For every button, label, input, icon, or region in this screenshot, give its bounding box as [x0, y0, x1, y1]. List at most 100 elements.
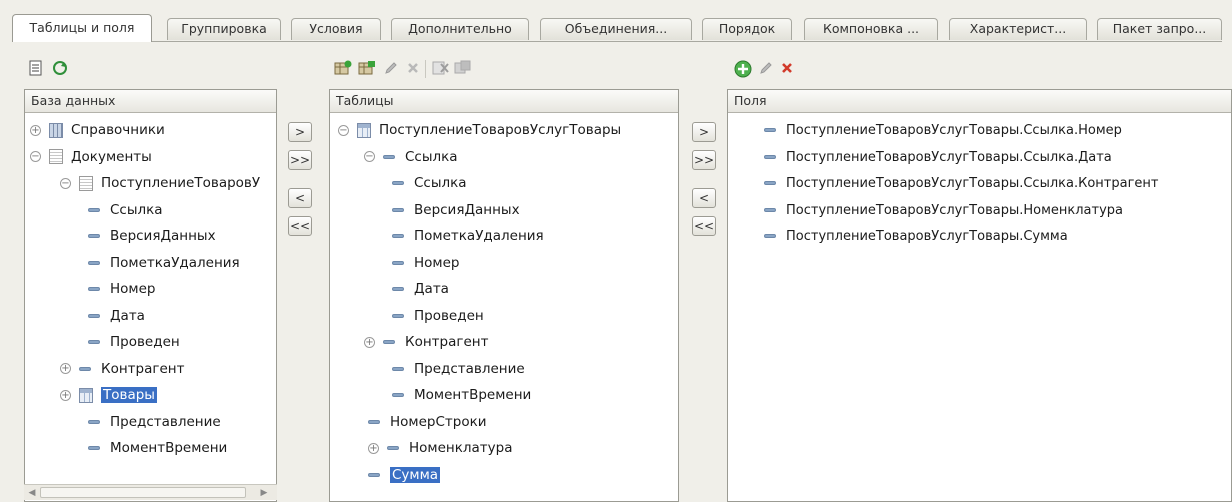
remove-all-button[interactable]: <<	[288, 216, 312, 236]
db-tree-row[interactable]: Дата	[88, 306, 277, 326]
database-panel-header: База данных	[25, 90, 276, 113]
expand-icon[interactable]: +	[60, 389, 71, 401]
db-tree-label: Дата	[110, 307, 145, 324]
tab-layout[interactable]: Компоновка ...	[804, 18, 938, 40]
expand-icon[interactable]: +	[364, 336, 375, 348]
scroll-thumb[interactable]	[40, 487, 246, 498]
refresh-icon[interactable]	[51, 60, 69, 78]
toolbar-separator	[425, 60, 426, 78]
remove-field-button[interactable]: <	[692, 188, 716, 208]
collapse-icon[interactable]: −	[364, 151, 375, 162]
delete-icon[interactable]	[404, 60, 422, 78]
add-all-button[interactable]: >>	[288, 150, 312, 170]
field-icon	[368, 419, 380, 424]
tab-advanced[interactable]: Дополнительно	[391, 18, 529, 40]
field-row[interactable]: ПоступлениеТоваровУслугТовары.Ссылка.Кон…	[764, 173, 1158, 193]
edit-icon[interactable]	[382, 60, 400, 78]
db-tree-row[interactable]: Номер	[88, 279, 277, 299]
db-tree-label: МоментВремени	[110, 440, 228, 456]
collapse-icon[interactable]: −	[338, 124, 349, 136]
db-tree-row[interactable]: + Товары	[60, 385, 277, 405]
db-tree-row[interactable]: Проведен	[88, 332, 277, 352]
tables-tree-label: Номер	[414, 254, 460, 271]
tables-tree-label: Ссылка	[414, 175, 467, 191]
db-tree-row[interactable]: МоментВремени	[88, 438, 277, 458]
field-icon	[392, 181, 404, 185]
tables-tree-row[interactable]: − ПоступлениеТоваровУслугТовары	[338, 120, 678, 140]
field-icon	[764, 234, 776, 238]
tab-conditions[interactable]: Условия	[291, 18, 381, 40]
expand-icon[interactable]: +	[368, 442, 379, 454]
edit-icon[interactable]	[757, 60, 775, 78]
add-all-fields-button[interactable]: >>	[692, 150, 716, 170]
tab-order[interactable]: Порядок	[702, 18, 792, 40]
db-tree-row[interactable]: + Справочники	[30, 120, 277, 140]
tables-tree-label: Проведен	[414, 307, 484, 324]
tables-tree-row[interactable]: + Контрагент	[364, 332, 678, 352]
tab-grouping[interactable]: Группировка	[167, 18, 281, 40]
doc-icon	[79, 175, 93, 191]
expand-icon[interactable]: +	[30, 124, 41, 136]
add-selected-button[interactable]: >	[288, 122, 312, 142]
expand-icon[interactable]: +	[60, 363, 71, 374]
db-tree-row[interactable]: − Документы	[30, 147, 277, 167]
list-icon[interactable]	[27, 60, 45, 78]
field-icon	[392, 366, 404, 371]
field-row[interactable]: ПоступлениеТоваровУслугТовары.Сумма	[764, 226, 1068, 246]
field-row[interactable]: ПоступлениеТоваровУслугТовары.Номенклату…	[764, 200, 1123, 220]
field-icon	[764, 128, 776, 132]
field-label: ПоступлениеТоваровУслугТовары.Ссылка.Дат…	[786, 149, 1112, 165]
db-tree-label: ПометкаУдаления	[110, 254, 240, 271]
database-horizontal-scrollbar[interactable]: ◀ ▶	[24, 484, 277, 500]
tables-tree-row[interactable]: Номер	[392, 253, 678, 273]
tables-tree-label: Дата	[414, 281, 449, 297]
db-tree-row[interactable]: + Контрагент	[60, 359, 277, 379]
field-row[interactable]: ПоступлениеТоваровУслугТовары.Ссылка.Дат…	[764, 147, 1112, 167]
field-label: ПоступлениеТоваровУслугТовары.Ссылка.Ном…	[786, 123, 1122, 138]
field-row[interactable]: ПоступлениеТоваровУслугТовары.Ссылка.Ном…	[764, 120, 1122, 140]
tables-tree-label: Номенклатура	[409, 440, 513, 456]
db-tree-row[interactable]: − ПоступлениеТоваровУ	[60, 173, 277, 193]
db-tree-row[interactable]: ВерсияДанных	[88, 226, 277, 246]
db-tree-row[interactable]: ПометкаУдаления	[88, 253, 277, 273]
tab-unions[interactable]: Объединения...	[540, 18, 692, 40]
add-field-button[interactable]: >	[692, 122, 716, 142]
tables-tree-row[interactable]: МоментВремени	[392, 385, 678, 405]
tab-query-batch[interactable]: Пакет запро...	[1097, 18, 1222, 40]
fields-panel-header: Поля	[728, 90, 1231, 113]
field-icon	[764, 181, 776, 185]
collapse-icon[interactable]: −	[60, 177, 71, 189]
db-tree-row[interactable]: Представление	[88, 412, 277, 432]
db-tree-row[interactable]: Ссылка	[88, 200, 277, 220]
add-table-icon[interactable]	[334, 60, 352, 78]
tables-tree-row[interactable]: Сумма	[368, 465, 678, 485]
tab-characteristics[interactable]: Характерист...	[949, 18, 1087, 40]
field-icon	[88, 340, 100, 344]
tables-tree-row[interactable]: Представление	[392, 359, 678, 379]
tables-tree-row[interactable]: ПометкаУдаления	[392, 226, 678, 246]
field-icon	[88, 207, 100, 212]
add-nested-icon[interactable]	[358, 60, 376, 78]
tables-tree-row[interactable]: Проведен	[392, 306, 678, 326]
add-icon[interactable]	[734, 60, 752, 78]
collapse-icon[interactable]: −	[30, 151, 41, 162]
remove-selected-button[interactable]: <	[288, 188, 312, 208]
tables-tree-row[interactable]: НомерСтроки	[368, 412, 678, 432]
tables-tree-row[interactable]: ВерсияДанных	[392, 200, 678, 220]
scroll-left-icon[interactable]: ◀	[26, 487, 38, 499]
tables-tree-row[interactable]: − Ссылка	[364, 147, 678, 167]
cut-icon[interactable]	[432, 60, 450, 78]
replace-icon[interactable]	[454, 60, 472, 78]
db-tree-label: ВерсияДанных	[110, 228, 216, 244]
field-icon	[88, 260, 100, 265]
tables-tree-label: Представление	[414, 360, 525, 377]
tables-tree-row[interactable]: Дата	[392, 279, 678, 299]
db-tree-label: Контрагент	[101, 360, 185, 377]
remove-all-fields-button[interactable]: <<	[692, 216, 716, 236]
tables-tree-row[interactable]: Ссылка	[392, 173, 678, 193]
scroll-right-icon[interactable]: ▶	[258, 487, 270, 499]
tab-tables-and-fields[interactable]: Таблицы и поля	[12, 14, 152, 42]
tables-tree-row[interactable]: + Номенклатура	[368, 438, 678, 458]
delete-icon[interactable]	[778, 60, 796, 78]
field-icon	[88, 287, 100, 291]
